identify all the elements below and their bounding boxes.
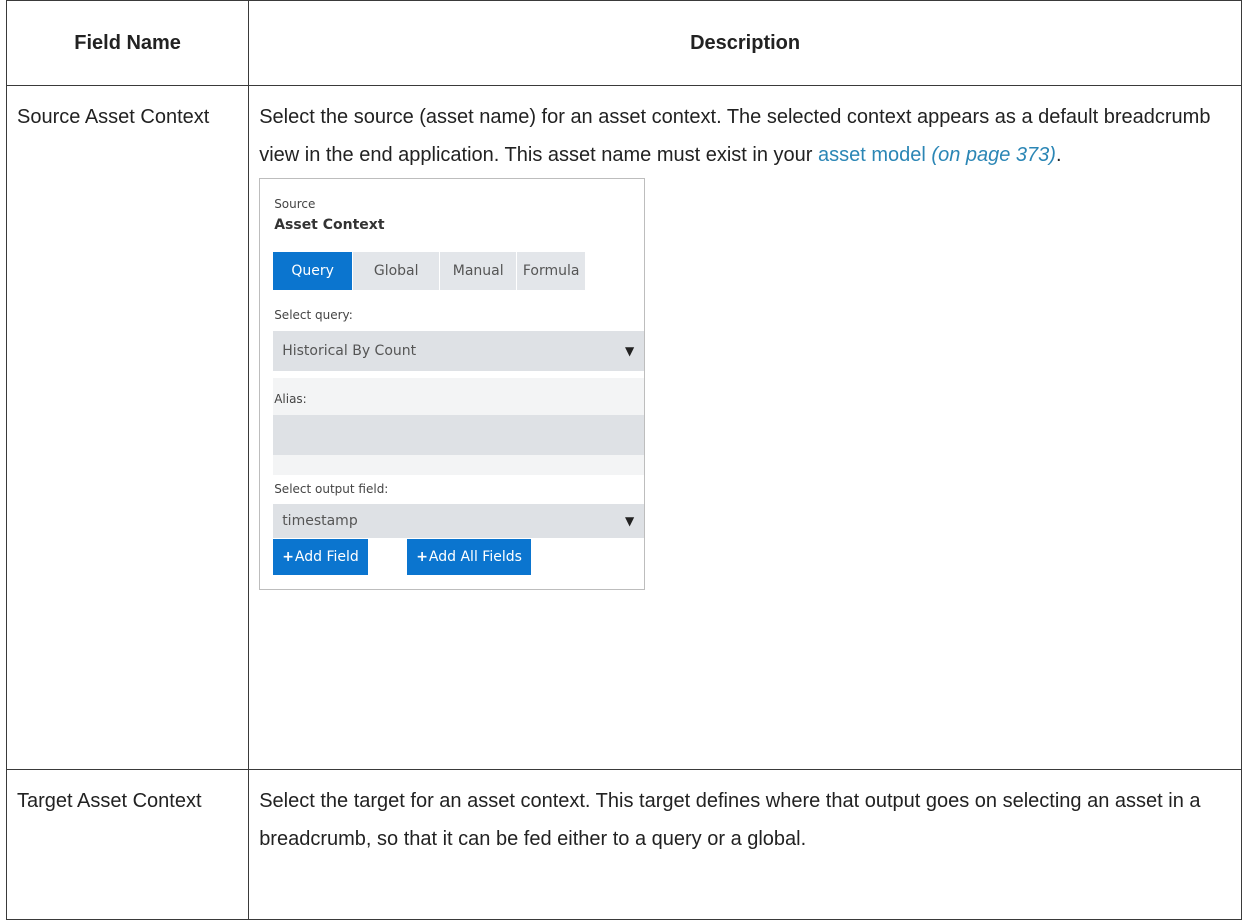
- select-output-value: timestamp: [282, 513, 358, 529]
- add-field-label: Add Field: [294, 549, 359, 565]
- tab-query[interactable]: Query: [273, 252, 354, 290]
- panel-eyebrow-label: Source: [274, 197, 316, 211]
- select-query-label: Select query:: [274, 308, 353, 322]
- alias-input[interactable]: [273, 415, 645, 455]
- select-output-label: Select output field:: [274, 482, 389, 496]
- description-text: Select the source (asset name) for an as…: [259, 106, 1211, 166]
- panel-title: Asset Context: [274, 217, 385, 233]
- table-row: Target Asset Context Select the target f…: [5, 769, 1242, 920]
- table-row: Source Asset Context Select the source (…: [5, 85, 1242, 770]
- add-all-fields-button[interactable]: +Add All Fields: [407, 539, 531, 575]
- add-all-fields-label: Add All Fields: [428, 549, 522, 565]
- select-query-dropdown[interactable]: Historical By Count ▼: [273, 331, 645, 371]
- tab-manual[interactable]: Manual: [440, 252, 518, 290]
- field-name-text: Source Asset Context: [17, 106, 210, 128]
- header-field-name: Field Name: [5, 0, 250, 86]
- source-tabs: Query Global Manual Formula: [273, 252, 587, 290]
- plus-icon: +: [416, 549, 428, 565]
- description-paragraph: Select the source (asset name) for an as…: [249, 86, 1241, 174]
- description-cell: Select the source (asset name) for an as…: [248, 85, 1242, 770]
- field-description-table: Field Name Description Source Asset Cont…: [5, 0, 1242, 920]
- select-query-value: Historical By Count: [282, 343, 417, 359]
- tab-formula[interactable]: Formula: [517, 252, 587, 290]
- chevron-down-icon: ▼: [624, 514, 635, 528]
- field-name-cell: Source Asset Context: [5, 85, 250, 770]
- select-output-dropdown[interactable]: timestamp ▼: [273, 504, 645, 538]
- header-description: Description: [248, 0, 1242, 86]
- asset-context-panel-screenshot: Source Asset Context Query Global Manual…: [259, 178, 646, 590]
- field-name-text: Target Asset Context: [17, 790, 202, 812]
- plus-icon: +: [282, 549, 294, 565]
- description-trailing: .: [1055, 144, 1062, 166]
- table-header-row: Field Name Description: [5, 0, 1242, 86]
- page-reference-link[interactable]: (on page 373): [931, 144, 1056, 166]
- field-name-cell: Target Asset Context: [5, 769, 250, 920]
- asset-model-link[interactable]: asset model: [818, 144, 926, 166]
- alias-label: Alias:: [274, 392, 307, 406]
- add-field-button[interactable]: +Add Field: [273, 539, 368, 575]
- description-text: Select the target for an asset context. …: [259, 790, 1201, 850]
- tab-global[interactable]: Global: [353, 252, 441, 290]
- description-cell: Select the target for an asset context. …: [248, 769, 1242, 920]
- chevron-down-icon: ▼: [624, 344, 635, 358]
